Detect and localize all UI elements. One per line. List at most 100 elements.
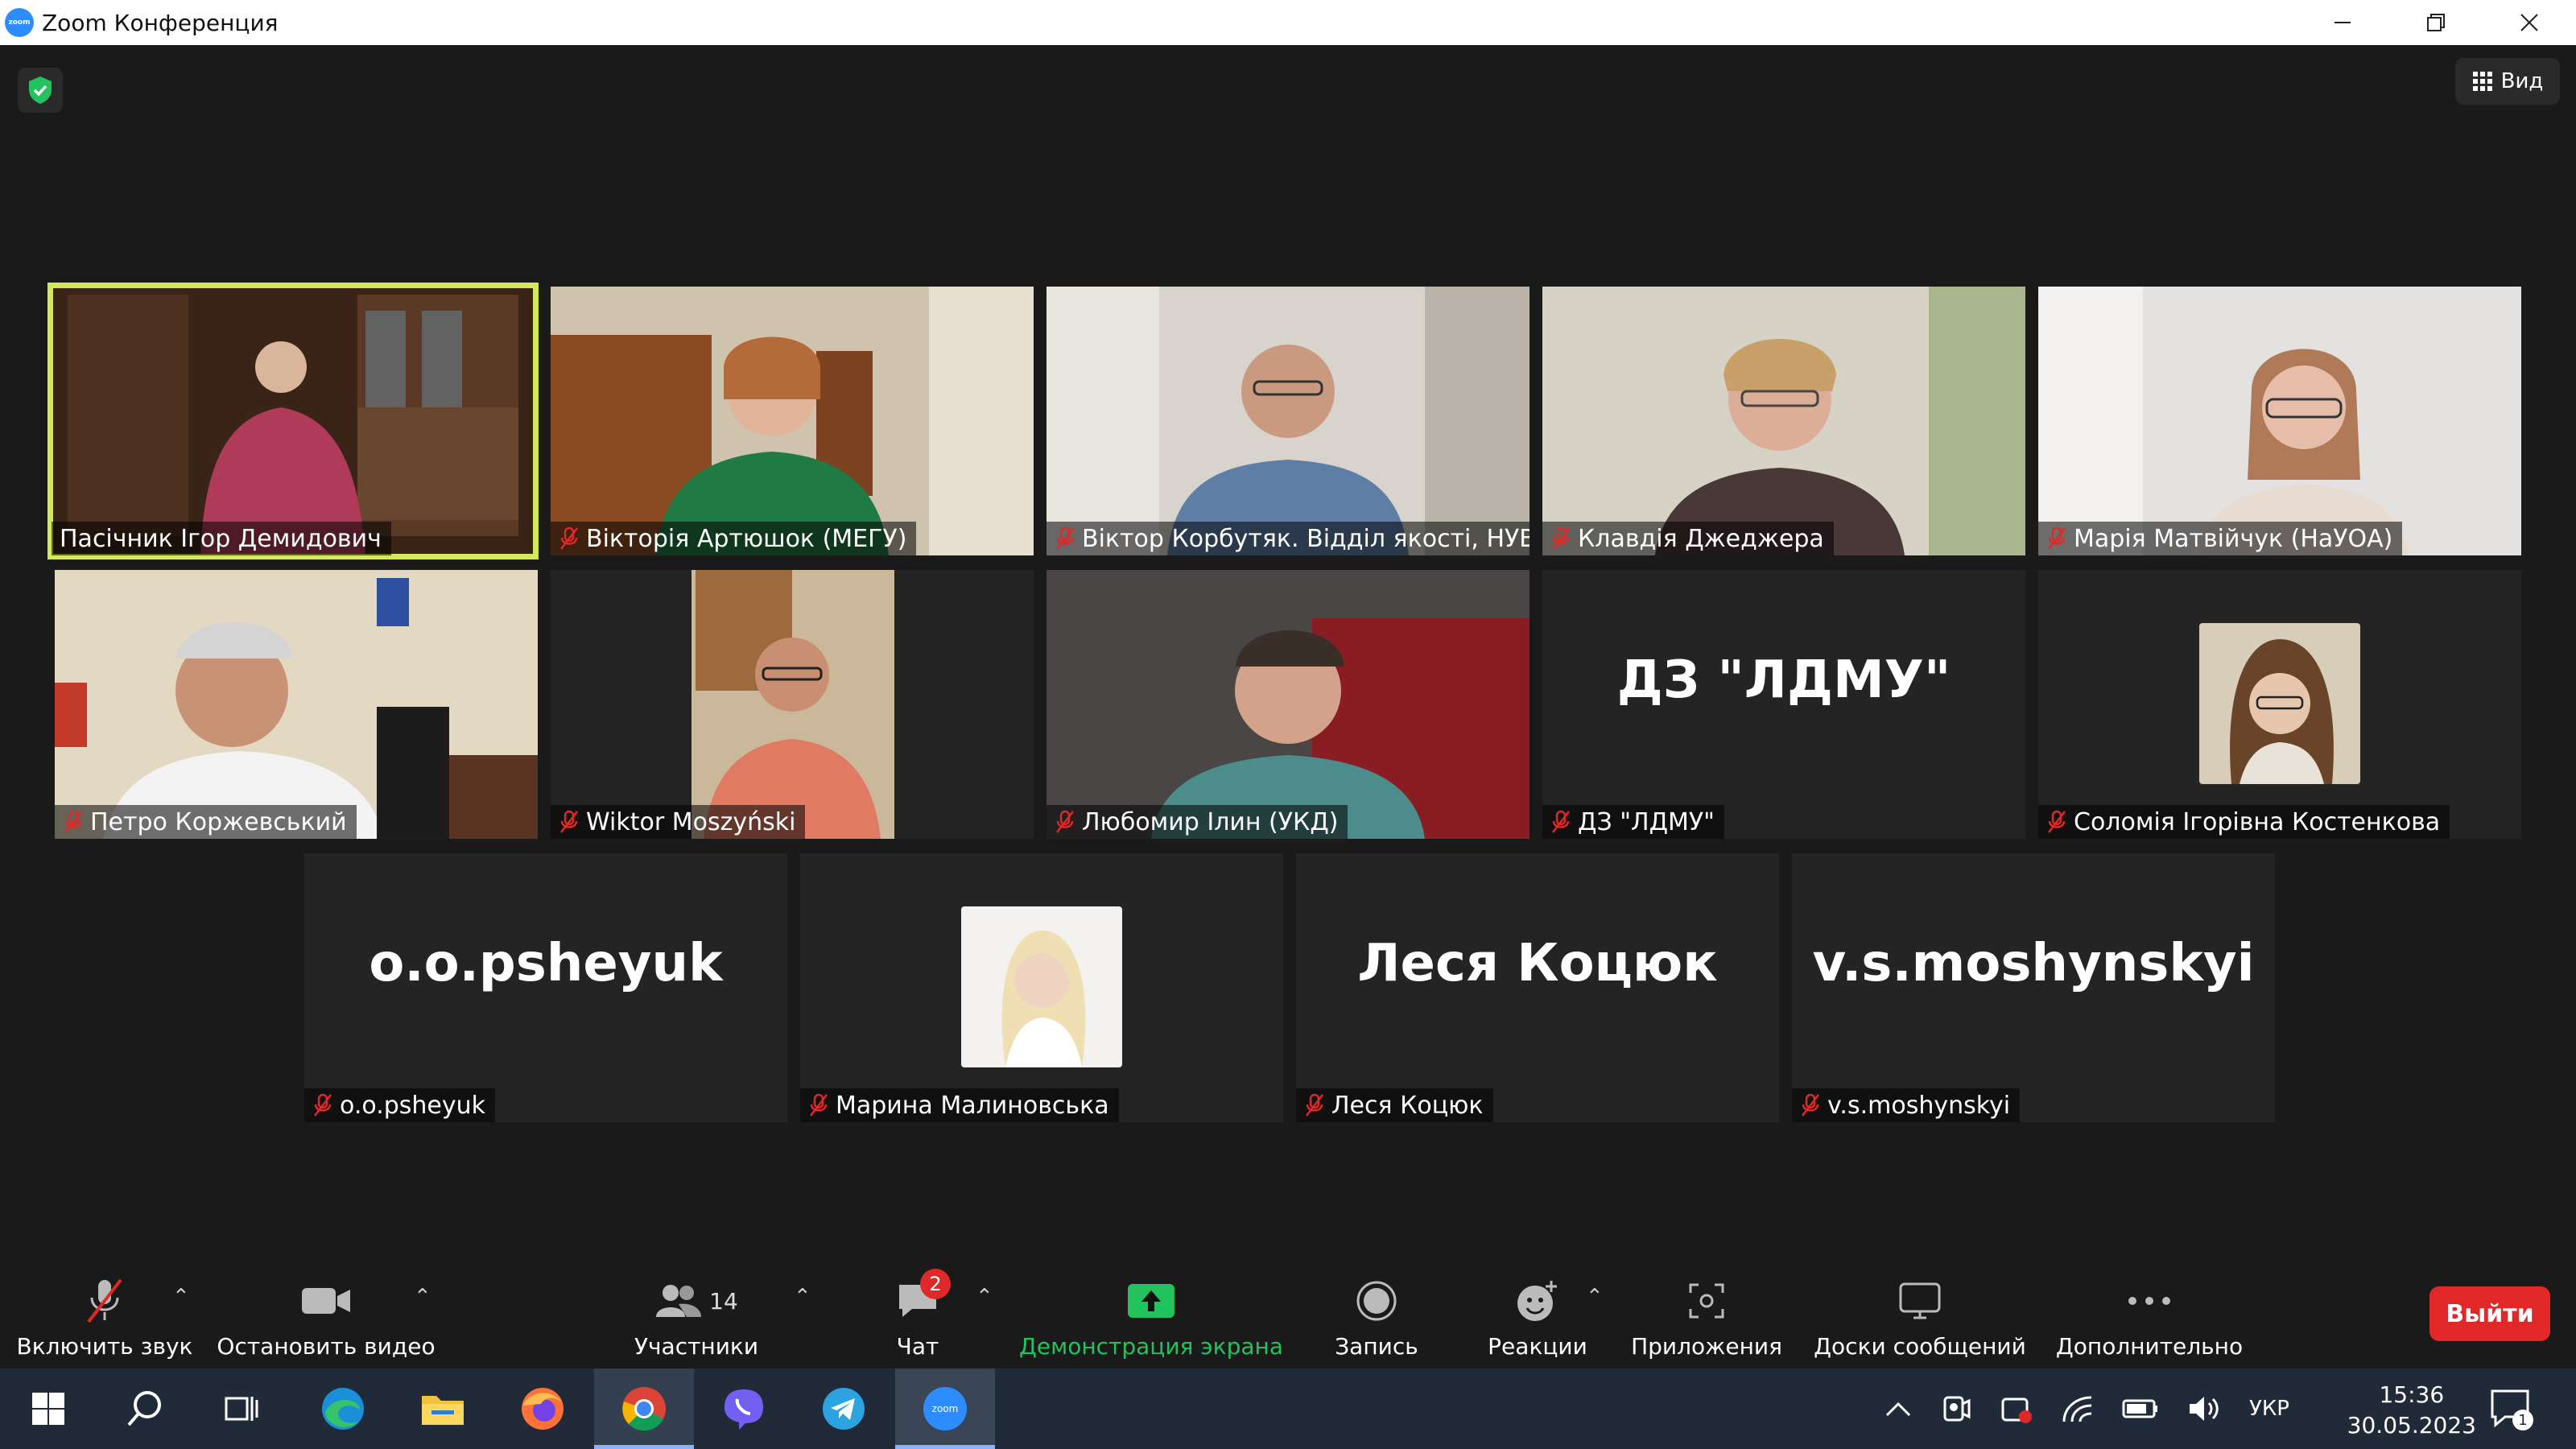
participant-avatar bbox=[961, 906, 1122, 1067]
more-button[interactable]: Дополнительно bbox=[2053, 1261, 2246, 1368]
video-tile[interactable]: Клавдія Джеджера bbox=[1542, 287, 2025, 555]
minimize-button[interactable] bbox=[2296, 0, 2389, 45]
participant-display-name: v.s.moshynskyi bbox=[1812, 934, 2255, 993]
video-tile[interactable]: Вікторія Артюшок (МЕГУ) bbox=[551, 287, 1034, 555]
video-tile[interactable]: ДЗ "ЛДМУ" ДЗ "ЛДМУ" bbox=[1542, 570, 2025, 839]
security-shield-button[interactable] bbox=[18, 68, 63, 113]
minimize-icon bbox=[2334, 22, 2351, 23]
mic-muted-icon bbox=[1800, 1093, 1821, 1117]
participant-name-plate: Wiktor Moszyński bbox=[551, 805, 806, 839]
battery-icon[interactable] bbox=[2122, 1397, 2159, 1420]
mic-muted-icon bbox=[63, 810, 84, 834]
participant-name: v.s.moshynskyi bbox=[1827, 1091, 2011, 1120]
participant-video bbox=[55, 570, 538, 839]
reactions-options-caret-icon[interactable]: ⌃ bbox=[1586, 1285, 1604, 1309]
participant-name: ДЗ "ЛДМУ" bbox=[1578, 807, 1715, 836]
reactions-button[interactable]: Реакции bbox=[1473, 1261, 1602, 1368]
share-screen-button[interactable]: Демонстрация экрана bbox=[1014, 1261, 1288, 1368]
viber-icon[interactable] bbox=[720, 1385, 768, 1433]
video-tile[interactable]: Любомир Ілин (УКД) bbox=[1046, 570, 1530, 839]
participant-name: Клавдія Джеджера bbox=[1578, 524, 1824, 553]
firefox-icon[interactable] bbox=[518, 1385, 567, 1433]
participants-options-caret-icon[interactable]: ⌃ bbox=[794, 1285, 811, 1309]
windows-start-icon[interactable] bbox=[24, 1385, 72, 1433]
video-tile[interactable]: v.s.moshynskyi v.s.moshynskyi bbox=[1792, 853, 2275, 1122]
clock-date: 30.05.2023 bbox=[2347, 1412, 2476, 1439]
chrome-icon[interactable] bbox=[620, 1385, 668, 1433]
window-title: Zoom Конференция bbox=[42, 9, 279, 36]
leave-button[interactable]: Выйти bbox=[2429, 1286, 2550, 1341]
video-tile[interactable]: Wiktor Moszyński bbox=[551, 570, 1034, 839]
chat-button[interactable]: 2 Чат bbox=[869, 1261, 966, 1368]
video-tile[interactable]: Соломія Ігорівна Костенкова bbox=[2038, 570, 2521, 839]
record-label: Запись bbox=[1335, 1333, 1418, 1360]
notifications-button[interactable]: 1 bbox=[2487, 1385, 2536, 1433]
participant-name-plate: Віктор Корбутяк. Відділ якості, НУВГП. bbox=[1046, 522, 1530, 555]
participant-video bbox=[52, 287, 535, 555]
record-button[interactable]: Запись bbox=[1320, 1261, 1433, 1368]
input-language[interactable]: УКР bbox=[2249, 1397, 2289, 1421]
audio-options-caret-icon[interactable]: ⌃ bbox=[172, 1285, 190, 1309]
chat-label: Чат bbox=[896, 1333, 939, 1360]
zoom-icon[interactable]: zoom bbox=[921, 1385, 969, 1433]
reactions-label: Реакции bbox=[1488, 1333, 1587, 1360]
participant-name-plate: Марина Малиновська bbox=[800, 1088, 1119, 1122]
video-options-caret-icon[interactable]: ⌃ bbox=[414, 1285, 431, 1309]
show-hidden-icons-chevron-icon[interactable] bbox=[1884, 1399, 1913, 1418]
video-tile[interactable]: Леся Коцюк Леся Коцюк bbox=[1296, 853, 1779, 1122]
chat-options-caret-icon[interactable]: ⌃ bbox=[976, 1285, 993, 1309]
apps-icon bbox=[1689, 1283, 1724, 1319]
unmute-button[interactable]: Включить звук bbox=[16, 1261, 193, 1368]
whiteboards-button[interactable]: Доски сообщений bbox=[1811, 1261, 2029, 1368]
apps-button[interactable]: Приложения bbox=[1626, 1261, 1787, 1368]
file-explorer-icon[interactable] bbox=[419, 1385, 467, 1433]
video-tile[interactable]: Пасічник Ігор Демидович bbox=[47, 283, 539, 559]
wifi-icon[interactable] bbox=[2061, 1394, 2095, 1423]
share-screen-label: Демонстрация экрана bbox=[1019, 1333, 1283, 1360]
edge-icon[interactable] bbox=[319, 1385, 367, 1433]
video-tile[interactable]: o.o.psheyuk o.o.psheyuk bbox=[304, 853, 787, 1122]
system-clock[interactable]: 15:36 30.05.2023 bbox=[2347, 1380, 2476, 1441]
notifications-count: 1 bbox=[2518, 1412, 2527, 1429]
close-icon bbox=[2520, 14, 2538, 31]
windows-taskbar: zoom УКР 15:36 30.05.2023 1 bbox=[0, 1368, 2576, 1449]
participants-label: Участники bbox=[634, 1333, 759, 1360]
title-bar: zoom Zoom Конференция bbox=[0, 0, 2576, 45]
task-view-icon[interactable] bbox=[217, 1385, 266, 1433]
unmute-label: Включить звук bbox=[16, 1333, 193, 1360]
participant-name: Пасічник Ігор Демидович bbox=[60, 524, 382, 553]
mic-muted-icon bbox=[1550, 526, 1571, 551]
video-tile[interactable]: Марина Малиновська bbox=[800, 853, 1283, 1122]
share-screen-icon bbox=[1128, 1284, 1174, 1318]
participant-video bbox=[1046, 570, 1530, 839]
zoom-taskbar-text: zoom bbox=[932, 1403, 959, 1414]
volume-icon[interactable] bbox=[2186, 1393, 2222, 1424]
mic-muted-icon bbox=[1055, 526, 1075, 551]
participant-name-plate: Петро Коржевський bbox=[55, 805, 357, 839]
grid-icon bbox=[2472, 72, 2492, 91]
telegram-icon[interactable] bbox=[819, 1385, 868, 1433]
apps-label: Приложения bbox=[1631, 1333, 1782, 1360]
participants-count: 14 bbox=[709, 1287, 738, 1315]
search-icon[interactable] bbox=[121, 1385, 169, 1433]
video-tile[interactable]: Віктор Корбутяк. Відділ якості, НУВГП. bbox=[1046, 287, 1530, 555]
meeting-stage: Вид Пасічник Ігор Демидович Вікторія Арт… bbox=[0, 45, 2576, 1261]
stop-video-label: Остановить видео bbox=[217, 1333, 436, 1360]
restore-button[interactable] bbox=[2389, 0, 2483, 45]
whiteboards-label: Доски сообщений bbox=[1814, 1333, 2026, 1360]
onedrive-sync-icon[interactable] bbox=[2000, 1393, 2033, 1425]
participants-button[interactable]: 14 Участники bbox=[620, 1261, 773, 1368]
video-tile[interactable]: Марія Матвійчук (НаУОА) bbox=[2038, 287, 2521, 555]
participant-name-plate: Леся Коцюк bbox=[1296, 1088, 1493, 1122]
view-button[interactable]: Вид bbox=[2455, 58, 2560, 105]
video-tile[interactable]: Петро Коржевський bbox=[55, 570, 538, 839]
shield-check-icon bbox=[29, 76, 52, 104]
mic-muted-icon bbox=[559, 810, 580, 834]
participant-name-plate: v.s.moshynskyi bbox=[1792, 1088, 2021, 1122]
mic-muted-icon bbox=[1304, 1093, 1325, 1117]
meet-now-icon[interactable] bbox=[1940, 1393, 1972, 1425]
close-button[interactable] bbox=[2483, 0, 2576, 45]
zoom-logo-icon: zoom bbox=[5, 8, 34, 37]
more-dots-icon bbox=[2128, 1297, 2170, 1305]
stop-video-button[interactable]: Остановить видео bbox=[217, 1261, 436, 1368]
